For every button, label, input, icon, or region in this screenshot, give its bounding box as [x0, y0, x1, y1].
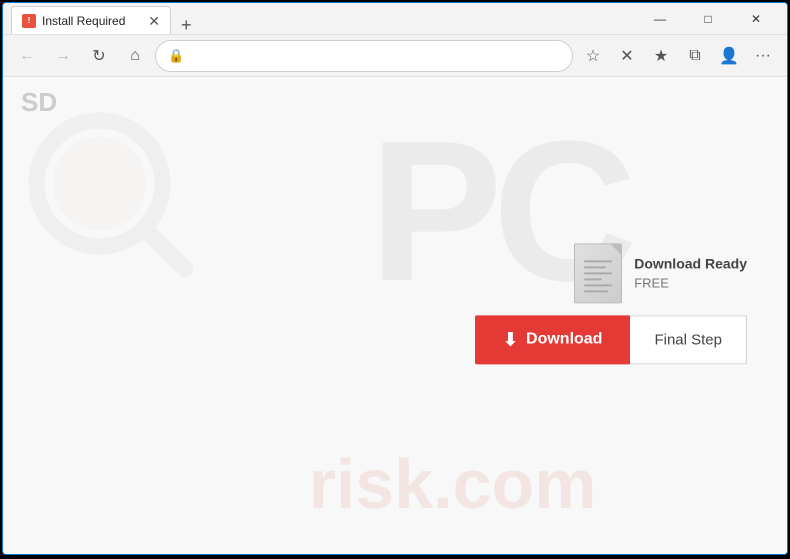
file-line-1 — [584, 260, 612, 262]
action-buttons: ⬇ Download Final Step — [475, 315, 747, 364]
stop-button[interactable]: ✕ — [611, 40, 643, 72]
magnifier-watermark — [23, 107, 203, 287]
final-step-label: Final Step — [654, 331, 722, 348]
sd-text: SD — [21, 87, 57, 118]
download-arrow-icon: ⬇ — [503, 329, 518, 350]
download-button[interactable]: ⬇ Download — [475, 315, 631, 364]
download-widget: Download Ready FREE ⬇ Download Final Ste… — [475, 243, 747, 364]
profile-button[interactable]: 👤 — [713, 40, 745, 72]
file-line-6 — [584, 290, 608, 292]
maximize-button[interactable]: □ — [685, 3, 731, 35]
file-line-4 — [584, 278, 602, 280]
file-line-3 — [584, 272, 612, 274]
tab-favicon: ! — [22, 14, 36, 28]
file-line-2 — [584, 266, 606, 268]
file-icon — [574, 243, 622, 303]
file-lines — [578, 246, 618, 300]
file-info: Download Ready FREE — [574, 243, 747, 303]
back-button[interactable]: ← — [11, 40, 43, 72]
close-button[interactable]: ✕ — [733, 3, 779, 35]
file-line-5 — [584, 284, 612, 286]
settings-button[interactable]: ··· — [747, 40, 779, 72]
file-price: FREE — [634, 275, 747, 290]
window-controls: — □ ✕ — [637, 3, 779, 35]
browser-window: ! Install Required ✕ + — □ ✕ ← → ↻ ⌂ 🔒 ☆… — [2, 2, 788, 555]
nav-bar: ← → ↻ ⌂ 🔒 ☆ ✕ ★ ⧉ 👤 ··· — [3, 35, 787, 77]
final-step-button[interactable]: Final Step — [630, 315, 747, 364]
alerts-button[interactable]: ☆ — [577, 40, 609, 72]
minimize-button[interactable]: — — [637, 3, 683, 35]
home-button[interactable]: ⌂ — [119, 40, 151, 72]
risk-watermark: risk.com — [309, 444, 597, 524]
nav-icons-right: ☆ ✕ ★ ⧉ 👤 ··· — [577, 40, 779, 72]
forward-button[interactable]: → — [47, 40, 79, 72]
file-meta: Download Ready FREE — [634, 255, 747, 290]
lock-icon: 🔒 — [168, 48, 184, 64]
page-content: PC risk.com SD — [3, 77, 787, 554]
tab-close-button[interactable]: ✕ — [148, 14, 160, 28]
download-label: Download — [526, 330, 602, 348]
tab-title: Install Required — [42, 14, 125, 28]
refresh-button[interactable]: ↻ — [83, 40, 115, 72]
collections-button[interactable]: ⧉ — [679, 40, 711, 72]
favorites-button[interactable]: ★ — [645, 40, 677, 72]
title-bar: ! Install Required ✕ + — □ ✕ — [3, 3, 787, 35]
tab-strip: ! Install Required ✕ + — [11, 3, 629, 34]
address-bar[interactable]: 🔒 — [155, 40, 573, 72]
new-tab-button[interactable]: + — [175, 16, 198, 34]
active-tab[interactable]: ! Install Required ✕ — [11, 6, 171, 34]
file-status: Download Ready — [634, 255, 747, 271]
